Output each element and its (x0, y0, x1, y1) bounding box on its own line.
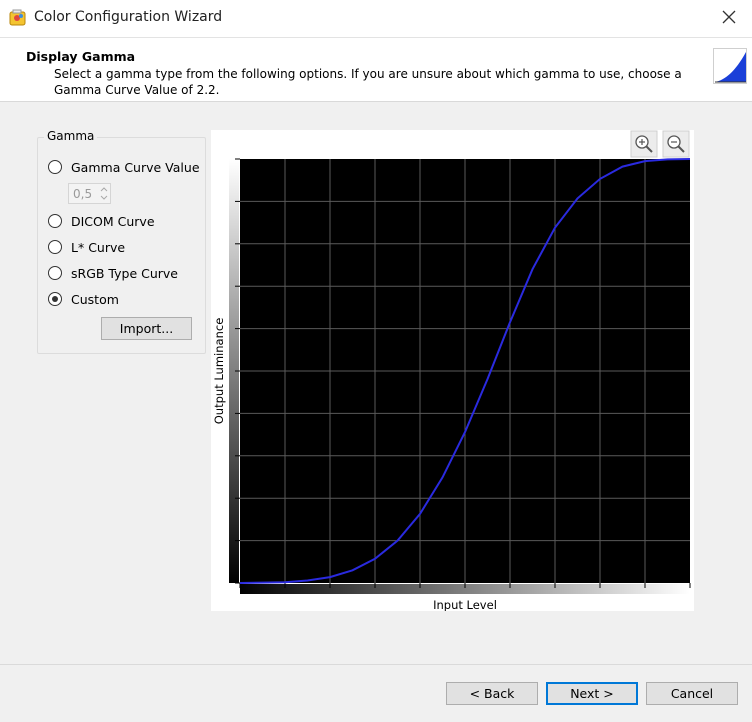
zoom-out-icon[interactable] (662, 130, 690, 158)
radio-button[interactable] (48, 160, 62, 174)
window-title: Color Configuration Wizard (34, 9, 223, 25)
radio-dicom-curve[interactable]: DICOM Curve (48, 211, 155, 231)
gamma-value-spinbox[interactable]: 0,5 (68, 183, 111, 204)
zoom-in-icon[interactable] (630, 130, 658, 158)
x-axis-label: Input Level (433, 598, 497, 611)
radio-button[interactable] (48, 266, 62, 280)
radio-label: DICOM Curve (71, 213, 155, 229)
gamma-group-label: Gamma (44, 129, 98, 143)
close-icon[interactable] (720, 8, 738, 26)
title-bar: Color Configuration Wizard (0, 0, 752, 38)
radio-gamma-curve-value[interactable]: Gamma Curve Value (48, 157, 200, 177)
gamma-value: 0,5 (73, 187, 93, 201)
radio-label: Gamma Curve Value (71, 159, 200, 175)
y-axis-label: Output Luminance (212, 318, 226, 425)
page-title: Display Gamma (26, 49, 136, 64)
gamma-graph-icon (713, 48, 747, 84)
radio-custom[interactable]: Custom (48, 289, 119, 309)
wizard-header: Display Gamma Select a gamma type from t… (0, 38, 752, 102)
import-button[interactable]: Import... (101, 317, 192, 340)
gamma-plot-panel: Output Luminance Input Level (211, 130, 694, 612)
radio-button[interactable] (48, 240, 62, 254)
radio-button[interactable] (48, 214, 62, 228)
back-button[interactable]: < Back (446, 682, 538, 705)
page-description: Select a gamma type from the following o… (54, 67, 682, 97)
next-button[interactable]: Next > (546, 682, 638, 705)
color-wizard-icon (9, 9, 26, 26)
spin-arrows-icon[interactable] (99, 185, 109, 202)
radio-l-star-curve[interactable]: L* Curve (48, 237, 125, 257)
cancel-button[interactable]: Cancel (646, 682, 738, 705)
radio-label: Custom (71, 291, 119, 307)
radio-button[interactable] (48, 292, 62, 306)
radio-label: sRGB Type Curve (71, 265, 178, 281)
footer-divider (0, 664, 752, 665)
gamma-chart: Output Luminance Input Level (212, 130, 691, 612)
radio-srgb-type-curve[interactable]: sRGB Type Curve (48, 263, 178, 283)
radio-label: L* Curve (71, 239, 126, 255)
